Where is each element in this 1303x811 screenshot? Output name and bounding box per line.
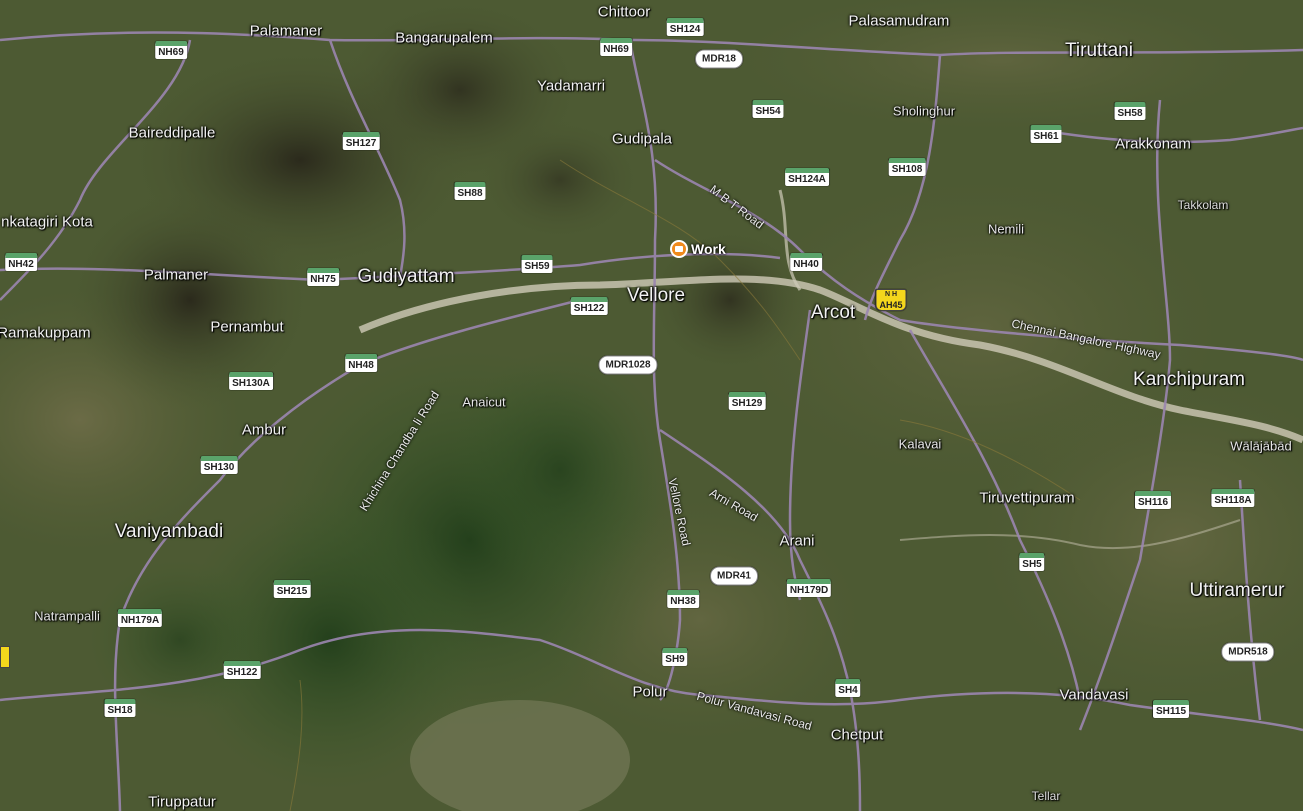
shield-nh42[interactable]: NH42: [5, 253, 37, 271]
shield-ah-partial[interactable]: [0, 646, 10, 668]
place-yadamarri[interactable]: Yadamarri: [537, 78, 605, 95]
place-chetput[interactable]: Chetput: [831, 727, 884, 744]
map-view[interactable]: Chittoor Palasamudram Palamaner Bangarup…: [0, 0, 1303, 811]
shield-sh124a[interactable]: SH124A: [785, 168, 829, 186]
shield-sh116[interactable]: SH116: [1134, 491, 1172, 509]
shield-sh58[interactable]: SH58: [1114, 102, 1146, 120]
place-ramakuppam[interactable]: Ramakuppam: [0, 325, 91, 342]
shield-sh88[interactable]: SH88: [454, 182, 486, 200]
shield-sh61[interactable]: SH61: [1030, 125, 1062, 143]
shield-mdr1028[interactable]: MDR1028: [598, 355, 658, 375]
shield-nh38[interactable]: NH38: [667, 590, 699, 608]
shield-sh130[interactable]: SH130: [200, 456, 238, 474]
ah-shield-top: N H: [884, 291, 898, 298]
place-walajabad[interactable]: Wālājābād: [1230, 439, 1291, 454]
shield-nh179d[interactable]: NH179D: [786, 579, 832, 597]
shield-sh9[interactable]: SH9: [662, 648, 688, 666]
place-pernambut[interactable]: Pernambut: [210, 319, 283, 336]
shield-sh18[interactable]: SH18: [104, 699, 136, 717]
shield-sh127[interactable]: SH127: [342, 132, 380, 150]
place-arcot[interactable]: Arcot: [811, 302, 855, 324]
place-bangarupalem[interactable]: Bangarupalem: [395, 30, 493, 47]
place-nemili[interactable]: Nemili: [988, 222, 1024, 237]
place-chittoor[interactable]: Chittoor: [598, 4, 651, 21]
briefcase-icon: [670, 240, 688, 258]
shield-sh115[interactable]: SH115: [1152, 700, 1190, 718]
shield-ah45[interactable]: N H AH45: [875, 289, 907, 311]
place-kanchipuram[interactable]: Kanchipuram: [1133, 369, 1245, 391]
place-arakkonam[interactable]: Arakkonam: [1115, 136, 1191, 153]
place-vaniyambadi[interactable]: Vaniyambadi: [115, 521, 223, 543]
place-natrampalli[interactable]: Natrampalli: [34, 609, 100, 624]
poi-work-label: Work: [691, 241, 726, 257]
shield-sh130a[interactable]: SH130A: [229, 372, 273, 390]
place-vandavasi[interactable]: Vandavasi: [1060, 687, 1129, 704]
shield-sh122[interactable]: SH122: [570, 297, 608, 315]
shield-nh40[interactable]: NH40: [790, 253, 822, 271]
shield-mdr41[interactable]: MDR41: [710, 566, 758, 586]
place-palmaner[interactable]: Palmaner: [144, 267, 208, 284]
place-takkolam[interactable]: Takkolam: [1178, 198, 1229, 212]
shield-mdr18[interactable]: MDR18: [695, 49, 743, 69]
place-sholinghur[interactable]: Sholinghur: [893, 104, 955, 119]
place-kalavai[interactable]: Kalavai: [899, 437, 942, 452]
place-gudipala[interactable]: Gudipala: [612, 131, 672, 148]
place-venkatagiri-kota[interactable]: nkatagiri Kota: [1, 214, 93, 231]
place-palasamudram[interactable]: Palasamudram: [849, 13, 950, 30]
shield-nh69[interactable]: NH69: [600, 38, 632, 56]
shield-nh48[interactable]: NH48: [345, 354, 377, 372]
shield-nh179a[interactable]: NH179A: [117, 609, 163, 627]
place-polur[interactable]: Polur: [632, 684, 667, 701]
shield-sh215[interactable]: SH215: [273, 580, 311, 598]
shield-sh122[interactable]: SH122: [223, 661, 261, 679]
place-uttiramerur[interactable]: Uttiramerur: [1189, 580, 1284, 602]
ah-shield-number: AH45: [879, 300, 903, 310]
place-palamaner[interactable]: Palamaner: [250, 23, 323, 40]
shield-sh54[interactable]: SH54: [752, 100, 784, 118]
place-anaicut[interactable]: Anaicut: [462, 395, 505, 410]
shield-sh129[interactable]: SH129: [728, 392, 766, 410]
place-tiruppatur[interactable]: Tiruppatur: [148, 794, 216, 811]
place-vellore[interactable]: Vellore: [627, 285, 685, 307]
shield-nh75[interactable]: NH75: [307, 268, 339, 286]
shield-mdr518[interactable]: MDR518: [1221, 642, 1275, 662]
place-arani[interactable]: Arani: [779, 533, 814, 550]
place-tellar[interactable]: Tellar: [1032, 789, 1061, 803]
place-tiruvettipuram[interactable]: Tiruvettipuram: [979, 490, 1074, 507]
place-tiruttani[interactable]: Tiruttani: [1065, 40, 1133, 62]
shield-nh69[interactable]: NH69: [155, 41, 187, 59]
shield-sh5[interactable]: SH5: [1019, 553, 1045, 571]
shield-sh118a[interactable]: SH118A: [1211, 489, 1255, 507]
shield-sh124[interactable]: SH124: [666, 18, 704, 36]
place-baireddipalle[interactable]: Baireddipalle: [129, 125, 216, 142]
place-gudiyattam[interactable]: Gudiyattam: [357, 266, 454, 288]
place-ambur[interactable]: Ambur: [242, 422, 286, 439]
shield-sh108[interactable]: SH108: [888, 158, 926, 176]
shield-sh4[interactable]: SH4: [835, 679, 861, 697]
shield-sh59[interactable]: SH59: [521, 255, 553, 273]
poi-work[interactable]: Work: [670, 240, 726, 258]
